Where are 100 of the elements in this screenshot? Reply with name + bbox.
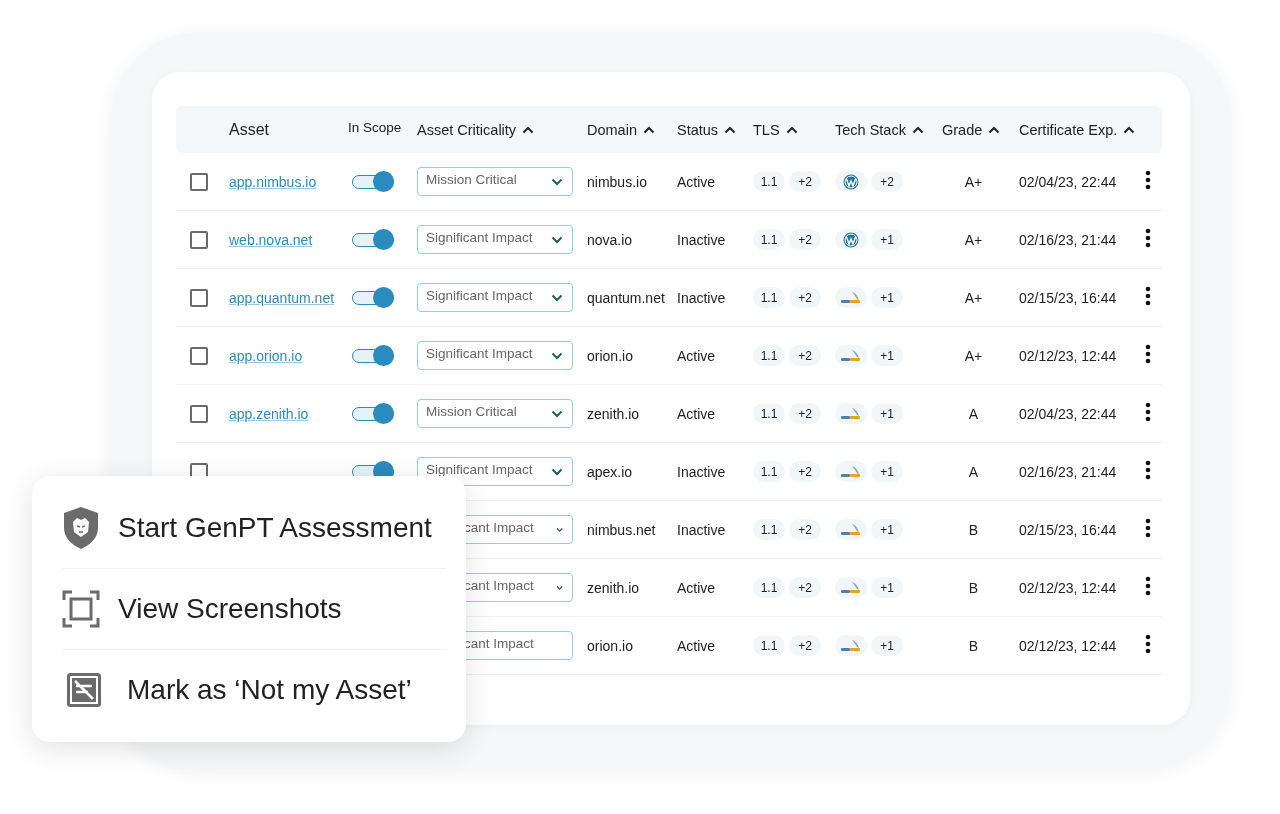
grade-text: A (968, 405, 979, 422)
tls-chip: +2 (789, 577, 821, 598)
domain-text: nimbus.net (587, 521, 656, 538)
asset-link[interactable]: app.quantum.net (229, 289, 335, 306)
status-text: Inactive (677, 463, 726, 480)
criticality-dropdown[interactable]: Significant Impact (417, 225, 573, 254)
tls-chip: +2 (789, 403, 821, 424)
more-icon[interactable] (1145, 402, 1151, 422)
menu-item[interactable]: View Screenshots (62, 569, 446, 650)
shield-icon (62, 506, 100, 550)
more-icon[interactable] (1145, 460, 1151, 480)
tls-chip: +2 (789, 171, 821, 192)
column-header: TLS (753, 121, 780, 138)
tls-chip: 1.1 (753, 171, 785, 192)
tls-chip: +2 (789, 635, 821, 656)
grade-text: A+ (964, 173, 983, 190)
domain-text: orion.io (587, 637, 633, 654)
grade-text: A (968, 463, 979, 480)
certificate-date: 02/04/23, 22:44 (1019, 405, 1117, 422)
column-header: Tech Stack (835, 121, 906, 138)
tech-count-chip: +1 (871, 229, 903, 250)
column-header: Asset Criticality (417, 121, 517, 138)
sort-icon[interactable] (642, 125, 655, 134)
tls-chip: 1.1 (753, 461, 785, 482)
domain-text: orion.io (587, 347, 633, 364)
tls-chip: +2 (789, 229, 821, 250)
status-text: Active (677, 405, 716, 422)
sort-icon[interactable] (911, 125, 924, 134)
sort-icon[interactable] (988, 125, 1001, 134)
tls-chip: +2 (789, 287, 821, 308)
tech-count-chip: +1 (871, 577, 903, 598)
criticality-dropdown[interactable]: Mission Critical (417, 167, 573, 196)
tls-chip: 1.1 (753, 519, 785, 540)
tls-chip: 1.1 (753, 635, 785, 656)
more-icon[interactable] (1145, 286, 1151, 306)
toggle-switch[interactable] (352, 232, 394, 247)
tech-count-chip: +1 (871, 461, 903, 482)
status-text: Active (677, 579, 716, 596)
certificate-date: 02/15/23, 16:44 (1019, 521, 1117, 538)
tech-count-chip: +1 (871, 403, 903, 424)
column-header: Domain (587, 121, 637, 138)
grade-text: A+ (964, 289, 983, 306)
sort-icon[interactable] (724, 125, 737, 134)
sort-icon[interactable] (522, 125, 535, 134)
tls-chip: +2 (789, 461, 821, 482)
tls-chip: +2 (789, 345, 821, 366)
toggle-switch[interactable] (352, 174, 394, 189)
status-text: Active (677, 637, 716, 654)
sort-icon[interactable] (785, 125, 798, 134)
certificate-date: 02/04/23, 22:44 (1019, 173, 1117, 190)
grade-text: B (968, 521, 979, 538)
column-header: Grade (942, 121, 983, 138)
toggle-switch[interactable] (352, 290, 394, 305)
grade-text: A+ (964, 347, 983, 364)
criticality-dropdown[interactable]: Significant Impact (417, 341, 573, 370)
toggle-switch[interactable] (352, 348, 394, 363)
status-text: Inactive (677, 521, 726, 538)
checkbox[interactable] (190, 288, 208, 307)
certificate-date: 02/12/23, 12:44 (1019, 579, 1117, 596)
domain-text: apex.io (587, 463, 633, 480)
checkbox[interactable] (190, 404, 208, 423)
more-icon[interactable] (1145, 518, 1151, 538)
column-header: Status (677, 121, 719, 138)
checkbox[interactable] (190, 346, 208, 365)
asset-link[interactable]: app.zenith.io (229, 405, 309, 422)
asset-link[interactable]: web.nova.net (229, 231, 313, 248)
more-icon[interactable] (1145, 344, 1151, 364)
certificate-date: 02/15/23, 16:44 (1019, 289, 1117, 306)
criticality-dropdown[interactable]: Mission Critical (417, 399, 573, 428)
sort-icon[interactable] (1123, 125, 1136, 134)
tls-chip: 1.1 (753, 577, 785, 598)
more-icon[interactable] (1145, 576, 1151, 596)
certificate-date: 02/16/23, 21:44 (1019, 463, 1117, 480)
tls-chip: 1.1 (753, 287, 785, 308)
checkbox[interactable] (190, 172, 208, 191)
criticality-dropdown[interactable]: Significant Impact (417, 283, 573, 312)
grade-text: B (968, 579, 979, 596)
screenshot-icon (62, 590, 100, 628)
grade-text: A+ (964, 231, 983, 248)
asset-link[interactable]: app.nimbus.io (229, 173, 317, 190)
certificate-date: 02/12/23, 12:44 (1019, 347, 1117, 364)
more-icon[interactable] (1145, 228, 1151, 248)
status-text: Inactive (677, 231, 726, 248)
status-text: Inactive (677, 289, 726, 306)
toggle-switch[interactable] (352, 406, 394, 421)
tls-chip: 1.1 (753, 403, 785, 424)
menu-item[interactable]: Start GenPT Assessment (62, 488, 446, 569)
tech-count-chip: +1 (871, 345, 903, 366)
asset-link[interactable]: app.orion.io (229, 347, 303, 364)
more-icon[interactable] (1145, 170, 1151, 190)
status-text: Active (677, 173, 716, 190)
certificate-date: 02/16/23, 21:44 (1019, 231, 1117, 248)
tech-count-chip: +1 (871, 287, 903, 308)
crossed-card-icon (67, 673, 101, 707)
domain-text: zenith.io (587, 579, 640, 596)
checkbox[interactable] (190, 230, 208, 249)
grade-text: B (968, 637, 979, 654)
more-icon[interactable] (1145, 634, 1151, 654)
domain-text: zenith.io (587, 405, 640, 422)
domain-text: nimbus.io (587, 173, 647, 190)
